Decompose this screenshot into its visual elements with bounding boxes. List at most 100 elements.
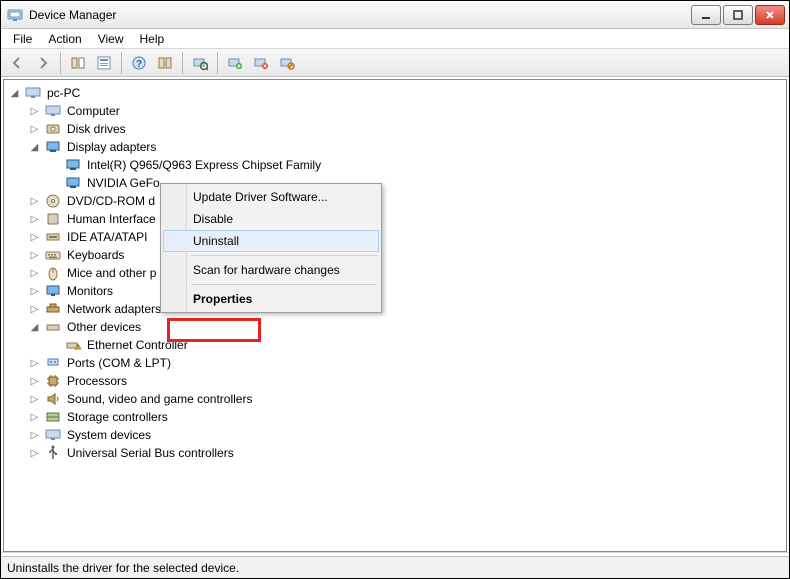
tree-category[interactable]: ▷Processors [30,372,780,390]
tree-category-other-devices[interactable]: ◢Other devices ▷!Ethernet Controller [30,318,780,354]
tree-category[interactable]: ▷DVD/CD-ROM d [30,192,780,210]
collapse-icon[interactable]: ◢ [30,143,39,152]
tree-root[interactable]: ◢ pc-PC ▷Computer ▷Disk drives ◢Display … [10,84,780,462]
port-icon [45,355,61,371]
maximize-button[interactable] [723,5,753,25]
toolbar: ? [1,49,789,77]
usb-icon [45,445,61,461]
tree-device-intel[interactable]: ▷Intel(R) Q965/Q963 Express Chipset Fami… [50,156,780,174]
menu-action[interactable]: Action [40,30,89,48]
sound-icon [45,391,61,407]
expand-icon[interactable]: ▷ [30,431,39,440]
computer-icon [45,103,61,119]
tree-device-ethernet-controller[interactable]: ▷!Ethernet Controller [50,336,780,354]
tree-category[interactable]: ▷Mice and other p [30,264,780,282]
show-hide-console-button[interactable] [66,51,90,75]
tree-category[interactable]: ▷Sound, video and game controllers [30,390,780,408]
expand-icon[interactable]: ▷ [30,269,39,278]
tree-category[interactable]: ▷Universal Serial Bus controllers [30,444,780,462]
other-devices-icon [45,319,61,335]
window-title: Device Manager [29,8,116,22]
display-adapter-icon [45,139,61,155]
ctx-properties[interactable]: Properties [163,288,379,310]
update-driver-button[interactable] [223,51,247,75]
titlebar: Device Manager [1,1,789,29]
unknown-device-icon: ! [65,337,81,353]
toolbar-separator [60,52,61,74]
toolbar-separator [217,52,218,74]
storage-icon [45,409,61,425]
monitor-icon [45,283,61,299]
expand-icon[interactable]: ▷ [30,107,39,116]
expand-icon[interactable]: ▷ [30,251,39,260]
ctx-uninstall[interactable]: Uninstall [163,230,379,252]
hid-icon [45,211,61,227]
minimize-button[interactable] [691,5,721,25]
tree-category[interactable]: ▷Ports (COM & LPT) [30,354,780,372]
toolbar-separator [182,52,183,74]
tree-category[interactable]: ▷Disk drives [30,120,780,138]
root-label: pc-PC [45,86,82,100]
device-tree-panel: ◢ pc-PC ▷Computer ▷Disk drives ◢Display … [3,79,787,552]
processor-icon [45,373,61,389]
menu-help[interactable]: Help [132,30,173,48]
menubar: File Action View Help [1,29,789,49]
expand-icon[interactable]: ▷ [30,197,39,206]
tree-category[interactable]: ▷Monitors [30,282,780,300]
menu-view[interactable]: View [90,30,132,48]
expand-icon[interactable]: ▷ [30,413,39,422]
menu-file[interactable]: File [5,30,40,48]
expand-icon[interactable]: ▷ [30,377,39,386]
network-icon [45,301,61,317]
expand-icon[interactable]: ▷ [30,395,39,404]
statusbar: Uninstalls the driver for the selected d… [1,556,789,578]
help-button[interactable]: ? [127,51,151,75]
expand-icon[interactable]: ▷ [30,287,39,296]
toolbar-separator [121,52,122,74]
close-button[interactable] [755,5,785,25]
forward-button[interactable] [31,51,55,75]
scan-hardware-button[interactable] [188,51,212,75]
expand-icon[interactable]: ▷ [30,305,39,314]
expand-icon[interactable]: ▷ [30,125,39,134]
tree-category[interactable]: ▷IDE ATA/ATAPI [30,228,780,246]
properties-button[interactable] [92,51,116,75]
expand-icon[interactable]: ▷ [30,449,39,458]
tree-category[interactable]: ▷Human Interface [30,210,780,228]
tree-category[interactable]: ▷Keyboards [30,246,780,264]
ide-icon [45,229,61,245]
tree-category[interactable]: ▷Storage controllers [30,408,780,426]
expand-icon[interactable]: ▷ [30,359,39,368]
tree-category[interactable]: ▷System devices [30,426,780,444]
device-tree[interactable]: ◢ pc-PC ▷Computer ▷Disk drives ◢Display … [4,80,786,466]
mouse-icon [45,265,61,281]
status-text: Uninstalls the driver for the selected d… [7,561,239,575]
ctx-update-driver[interactable]: Update Driver Software... [163,186,379,208]
tree-category[interactable]: ▷Network adapters [30,300,780,318]
dvd-icon [45,193,61,209]
tree-category[interactable]: ▷Computer [30,102,780,120]
disable-button[interactable] [275,51,299,75]
context-menu: Update Driver Software... Disable Uninst… [160,183,382,313]
expand-icon[interactable]: ▷ [30,215,39,224]
context-menu-separator [191,284,377,285]
collapse-icon[interactable]: ◢ [30,323,39,332]
collapse-icon[interactable]: ◢ [10,89,19,98]
system-icon [45,427,61,443]
display-adapter-icon [65,157,81,173]
tree-category-display-adapters[interactable]: ◢Display adapters ▷Intel(R) Q965/Q963 Ex… [30,138,780,192]
svg-text:?: ? [136,59,142,70]
window-controls [691,5,785,25]
ctx-disable[interactable]: Disable [163,208,379,230]
expand-icon[interactable]: ▷ [30,233,39,242]
disk-icon [45,121,61,137]
keyboard-icon [45,247,61,263]
app-icon [7,7,23,23]
display-adapter-icon [65,175,81,191]
device-manager-window: Device Manager File Action View Help ? [0,0,790,579]
computer-icon [25,85,41,101]
back-button[interactable] [5,51,29,75]
ctx-scan-hardware[interactable]: Scan for hardware changes [163,259,379,281]
action-button[interactable] [153,51,177,75]
uninstall-button[interactable] [249,51,273,75]
